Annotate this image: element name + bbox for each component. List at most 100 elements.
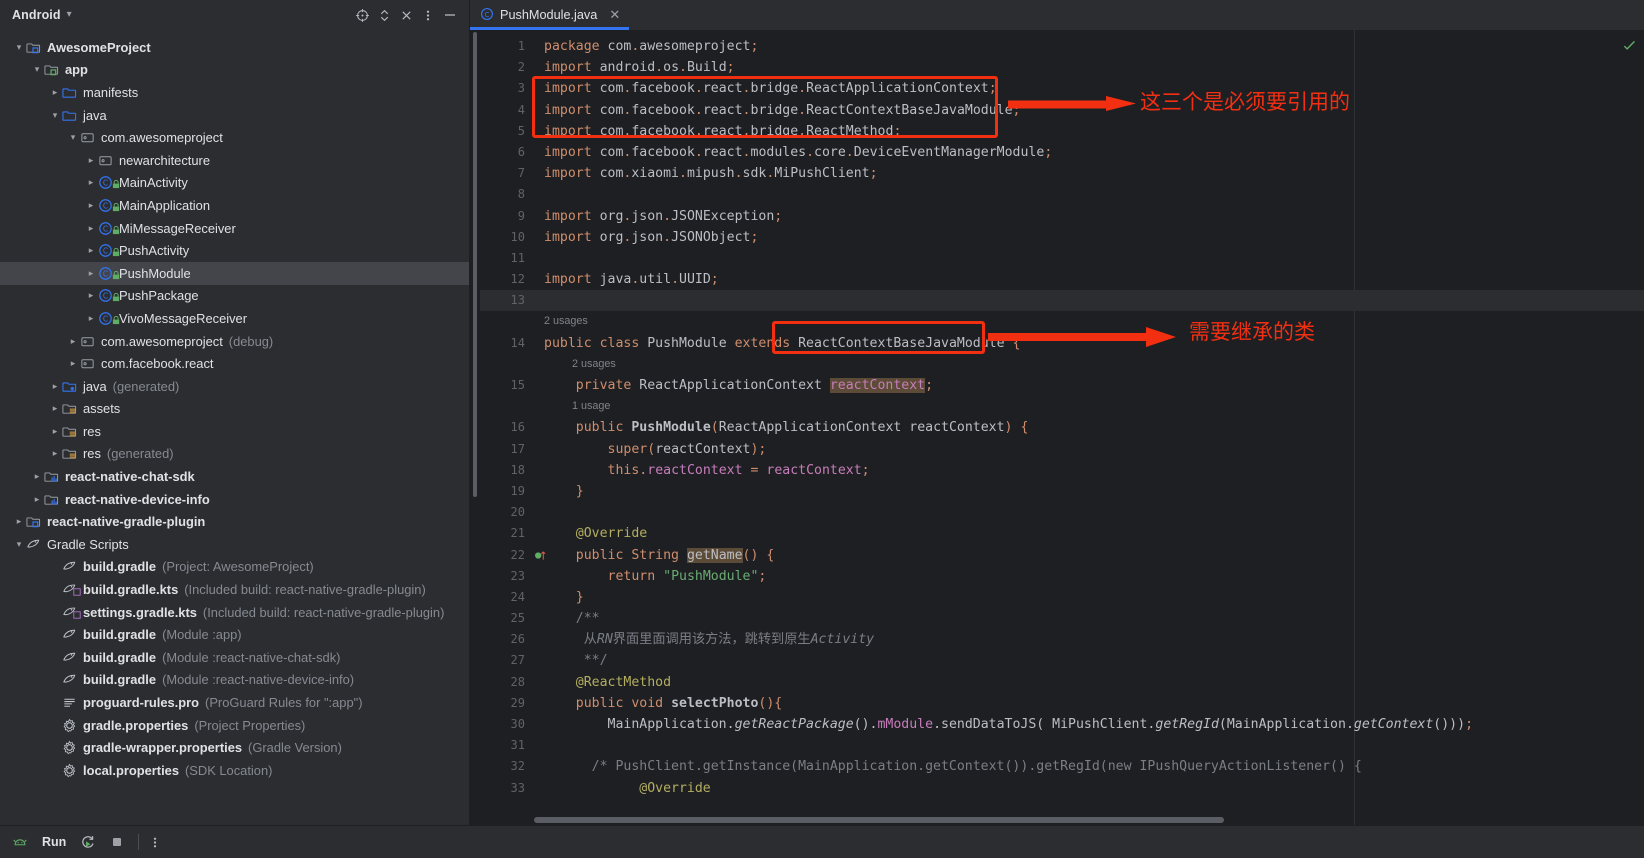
chevron-right-icon[interactable]: ▸ [48, 426, 62, 436]
more-options-icon[interactable] [153, 835, 157, 850]
code-line[interactable]: import com.xiaomi.mipush.sdk.MiPushClien… [534, 163, 1644, 184]
line-number[interactable]: 24 [480, 587, 534, 608]
tree-item-res[interactable]: ▸ res (generated) [0, 443, 469, 466]
tree-item-assets[interactable]: ▸ assets [0, 398, 469, 421]
tree-item-build-gradle-kts[interactable]: build.gradle.kts (Included build: react-n… [0, 578, 469, 601]
tree-item-build-gradle[interactable]: build.gradle (Project: AwesomeProject) [0, 556, 469, 579]
tree-item-awesomeproject[interactable]: ▾ AwesomeProject [0, 36, 469, 59]
tree-item-build-gradle[interactable]: build.gradle (Module :app) [0, 623, 469, 646]
tree-item-mainapplication[interactable]: ▸ C MainApplication [0, 194, 469, 217]
tree-item-react-native-device-info[interactable]: ▸ react-native-device-info [0, 488, 469, 511]
inspections-ok-icon[interactable] [1622, 38, 1638, 54]
chevron-down-icon[interactable]: ▾ [30, 65, 44, 74]
chevron-right-icon[interactable]: ▸ [84, 223, 98, 233]
line-number[interactable]: 12 [480, 269, 534, 290]
horizontal-scrollbar-thumb[interactable] [534, 817, 1224, 823]
line-number[interactable]: 17 [480, 439, 534, 460]
tree-item-gradle-wrapper-properties[interactable]: gradle-wrapper.properties (Gradle Version… [0, 736, 469, 759]
vertical-scrollbar-thumb[interactable] [473, 32, 477, 497]
line-number[interactable]: 31 [480, 735, 534, 756]
chevron-right-icon[interactable]: ▸ [84, 268, 98, 278]
line-number[interactable]: 5 [480, 121, 534, 142]
line-number-gutter[interactable]: 12345678910111213.14.15.1617181920212223… [480, 30, 546, 825]
editor-scroll-track[interactable] [470, 30, 480, 825]
code-line[interactable]: import com.facebook.react.bridge.ReactMe… [534, 121, 1644, 142]
tree-item-mainactivity[interactable]: ▸ C MainActivity [0, 172, 469, 195]
line-number[interactable]: 2 [480, 57, 534, 78]
line-number[interactable]: 32 [480, 756, 534, 777]
tree-item-react-native-gradle-plugin[interactable]: ▸ react-native-gradle-plugin [0, 510, 469, 533]
chevron-right-icon[interactable]: ▸ [12, 517, 26, 526]
tree-item-newarchitecture[interactable]: ▸ newarchitecture [0, 149, 469, 172]
code-line[interactable]: 从RN界面里面调用该方法，跳转到原生Activity [534, 629, 1644, 650]
code-line[interactable]: import org.json.JSONObject; [534, 227, 1644, 248]
chevron-right-icon[interactable]: ▸ [66, 336, 80, 346]
usages-inlay-hint[interactable]: 1 usage [534, 396, 1644, 417]
code-line[interactable]: super(reactContext); [534, 439, 1644, 460]
line-number[interactable]: 16 [480, 417, 534, 438]
tree-item-pushpackage[interactable]: ▸ C PushPackage [0, 285, 469, 308]
chevron-down-icon[interactable]: ▾ [12, 539, 26, 549]
code-line[interactable] [534, 502, 1644, 523]
tree-item-react-native-chat-sdk[interactable]: ▸ react-native-chat-sdk [0, 465, 469, 488]
tree-item-java[interactable]: ▾ java [0, 104, 469, 127]
code-line[interactable] [534, 735, 1644, 756]
code-line[interactable]: import org.json.JSONException; [534, 206, 1644, 227]
target-icon[interactable] [351, 4, 373, 26]
line-number[interactable]: 13 [480, 290, 534, 312]
tree-item-java[interactable]: ▸ java (generated) [0, 375, 469, 398]
code-line[interactable]: import android.os.Build; [534, 57, 1644, 78]
code-line[interactable]: return "PushModule"; [534, 566, 1644, 587]
code-line[interactable]: **/ [534, 650, 1644, 671]
line-number[interactable]: 33 [480, 778, 534, 799]
usages-inlay-hint[interactable]: 2 usages [534, 311, 1644, 332]
tree-item-pushmodule[interactable]: ▸ C PushModule [0, 261, 469, 285]
line-number[interactable]: 19 [480, 481, 534, 502]
line-number[interactable]: 14 [480, 333, 534, 354]
chevron-right-icon[interactable]: ▸ [30, 494, 44, 504]
stop-icon[interactable] [110, 835, 124, 849]
horizontal-scrollbar[interactable] [534, 817, 1630, 823]
chevron-right-icon[interactable]: ▸ [48, 404, 62, 413]
chevron-down-icon[interactable]: ▾ [66, 133, 80, 142]
line-number[interactable]: 29 [480, 693, 534, 714]
code-line[interactable]: /* PushClient.getInstance(MainApplicatio… [534, 756, 1644, 777]
line-number[interactable]: 21 [480, 523, 534, 544]
chevron-right-icon[interactable]: ▸ [48, 87, 62, 97]
line-number[interactable]: 11 [480, 248, 534, 269]
tree-item-gradle-properties[interactable]: gradle.properties (Project Properties) [0, 714, 469, 737]
line-number[interactable]: 6 [480, 142, 534, 163]
line-number[interactable]: 10 [480, 227, 534, 248]
code-line[interactable]: private ReactApplicationContext reactCon… [534, 375, 1644, 396]
chevron-right-icon[interactable]: ▸ [84, 178, 98, 187]
close-icon[interactable]: ✕ [609, 7, 620, 23]
line-number[interactable]: 26 [480, 629, 534, 650]
tree-item-pushactivity[interactable]: ▸ C PushActivity [0, 239, 469, 262]
expand-collapse-icon[interactable] [373, 4, 395, 26]
tree-item-com-awesomeproject[interactable]: ▸ com.awesomeproject (debug) [0, 330, 469, 353]
code-line[interactable]: public class PushModule extends ReactCon… [534, 333, 1644, 354]
line-number[interactable]: 28 [480, 672, 534, 693]
code-line[interactable]: public String getName() { [534, 545, 1644, 566]
line-number[interactable]: 23 [480, 566, 534, 587]
tree-item-build-gradle[interactable]: build.gradle (Module :react-native-chat-s… [0, 646, 469, 669]
chevron-right-icon[interactable]: ▸ [48, 381, 62, 391]
tree-item-vivomessagereceiver[interactable]: ▸ C VivoMessageReceiver [0, 307, 469, 330]
code-line[interactable] [534, 290, 1644, 312]
usages-inlay-hint[interactable]: 2 usages [534, 354, 1644, 375]
chevron-down-icon[interactable]: ▾ [48, 110, 62, 120]
minimize-icon[interactable] [439, 4, 461, 26]
chevron-right-icon[interactable]: ▸ [66, 359, 80, 368]
code-line[interactable]: @Override [534, 523, 1644, 544]
chevron-right-icon[interactable]: ▸ [84, 291, 98, 300]
code-line[interactable]: @ReactMethod [534, 672, 1644, 693]
tree-item-com-awesomeproject[interactable]: ▾ com.awesomeproject [0, 126, 469, 149]
rerun-icon[interactable] [80, 834, 96, 850]
code-line[interactable]: import java.util.UUID; [534, 269, 1644, 290]
line-number[interactable]: 9 [480, 206, 534, 227]
chevron-down-icon[interactable]: ▾ [12, 42, 26, 52]
line-number[interactable]: 30 [480, 714, 534, 735]
chevron-right-icon[interactable]: ▸ [84, 246, 98, 255]
line-number[interactable]: 7 [480, 163, 534, 184]
code-line[interactable]: import com.facebook.react.modules.core.D… [534, 142, 1644, 163]
